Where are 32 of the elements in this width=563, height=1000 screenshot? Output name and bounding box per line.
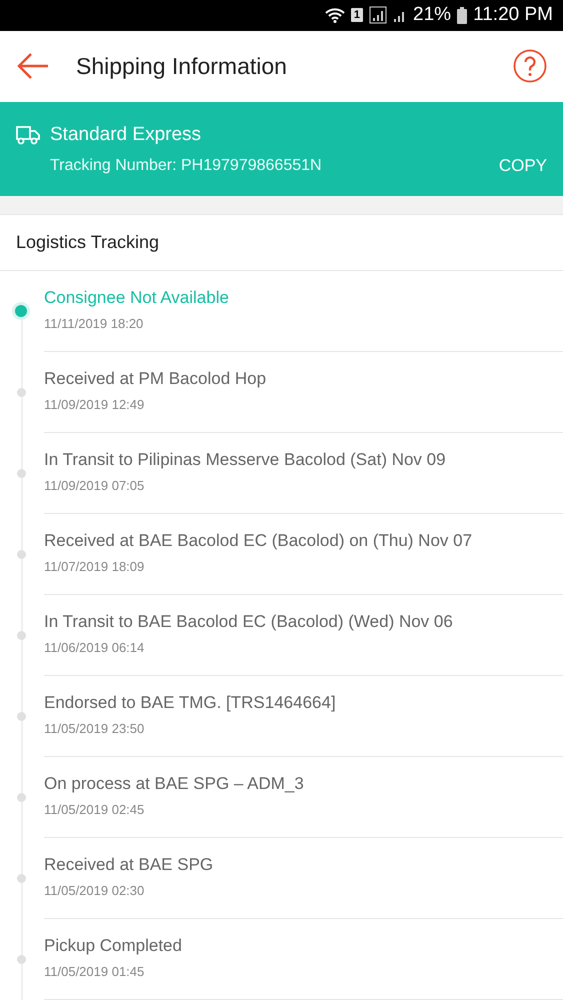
tracking-time: 11/09/2019 07:05: [44, 478, 146, 493]
clock-time: 11:20 PM: [473, 4, 553, 26]
signal-icon: [369, 6, 388, 24]
page-title: Shipping Information: [76, 52, 288, 80]
tracking-status: Received at BAE SPG: [44, 855, 214, 875]
tracking-status: Received at BAE Bacolod EC (Bacolod) on (Thu) Nov 07: [44, 531, 474, 551]
shipping-service: Standard Express: [50, 124, 202, 146]
tracking-time: 11/07/2019 18:09: [44, 559, 146, 574]
tracking-status: Consignee Not Available: [44, 288, 230, 308]
tracking-time: 11/05/2019 23:50: [44, 721, 146, 736]
tracking-time: 11/06/2019 06:14: [44, 640, 146, 655]
help-button[interactable]: [513, 49, 547, 84]
tracking-time: 11/05/2019 01:45: [44, 964, 146, 979]
tracking-status: Endorsed to BAE TMG. [TRS1464664]: [44, 693, 337, 713]
truck-icon: [16, 125, 40, 146]
tracking-status: Received at PM Bacolod Hop: [44, 369, 268, 389]
tracking-status: On process at BAE SPG – ADM_3: [44, 774, 305, 794]
tracking-number: Tracking Number: PH197979866551N: [50, 157, 322, 176]
back-button[interactable]: [16, 52, 50, 80]
tracking-status: Pickup Completed: [44, 936, 183, 956]
tracking-status: In Transit to Pilipinas Messerve Bacolod (Sat) Nov 09: [44, 450, 447, 470]
tracking-time: 11/11/2019 18:20: [44, 316, 144, 331]
section-title: Logistics Tracking: [0, 215, 563, 271]
tracking-time: 11/05/2019 02:30: [44, 883, 146, 898]
tracking-time: 11/05/2019 02:45: [44, 802, 146, 817]
sim-indicator: 1: [350, 8, 364, 22]
battery-percent: 21%: [413, 4, 452, 26]
battery-icon: [457, 6, 468, 24]
copy-button[interactable]: COPY: [498, 156, 547, 176]
wifi-icon: [324, 7, 345, 24]
tracking-time: 11/09/2019 12:49: [44, 397, 146, 412]
tracking-status: In Transit to BAE Bacolod EC (Bacolod) (Wed) Nov 06: [44, 612, 454, 632]
